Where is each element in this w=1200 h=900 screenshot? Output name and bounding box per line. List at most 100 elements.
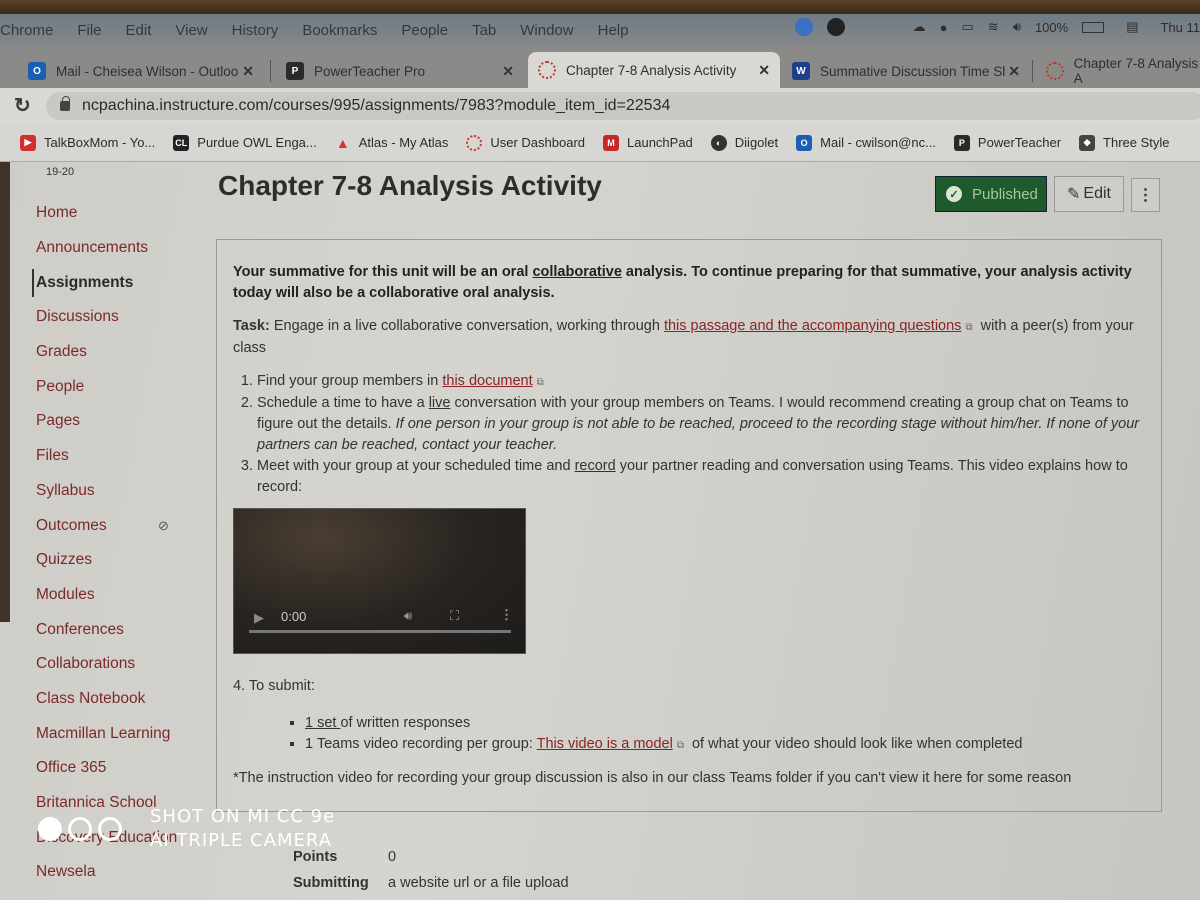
cloud-icon[interactable]: ☁	[913, 19, 926, 35]
macos-menubar: Chrome File Edit View History Bookmarks …	[0, 0, 1200, 48]
sync-icon[interactable]: ●	[940, 20, 948, 35]
menu-view[interactable]: View	[175, 22, 207, 39]
bookmark-mail-cwilson[interactable]: O Mail - cwilson@nc...	[796, 134, 936, 151]
nav-conferences[interactable]: Conferences	[36, 612, 216, 647]
bookmark-user-dashboard[interactable]: User Dashboard	[466, 134, 585, 151]
clock[interactable]: Thu 11	[1160, 20, 1200, 35]
edit-button[interactable]: ✎ Edit	[1054, 176, 1124, 212]
nav-people[interactable]: People	[36, 369, 216, 404]
published-button[interactable]: ✓ Published	[935, 176, 1047, 212]
camera-logo-dot	[38, 817, 62, 841]
tab-chapter-7-8-analysis-activity-2[interactable]: Chapter 7-8 Analysis A	[1036, 54, 1200, 88]
bookmark-talkboxmom[interactable]: ▶ TalkBoxMom - Yo...	[20, 134, 155, 151]
close-tab-icon[interactable]: ✕	[242, 63, 254, 80]
play-icon[interactable]: ▶	[254, 607, 264, 628]
nav-label: Grades	[36, 343, 87, 361]
canvas-icon	[1046, 62, 1064, 80]
nav-announcements[interactable]: Announcements	[36, 231, 216, 266]
flag-icon[interactable]: ▤	[1126, 19, 1138, 35]
task-label: Task:	[233, 318, 270, 334]
nav-pages[interactable]: Pages	[36, 404, 216, 439]
watermark-text: SHOT ON MI CC 9e AI TRIPLE CAMERA	[150, 805, 335, 853]
menu-people[interactable]: People	[401, 22, 448, 39]
video-controls: ▶ 0:00 🔊︎ ⛶ ⋮	[234, 593, 525, 653]
watermark-line: AI TRIPLE CAMERA	[150, 830, 333, 851]
close-tab-icon[interactable]: ✕	[758, 62, 770, 79]
video-time: 0:00	[281, 609, 307, 624]
model-video-link[interactable]: This video is a model	[537, 736, 673, 752]
bookmark-label: Atlas - My Atlas	[358, 135, 449, 150]
nav-office-365[interactable]: Office 365	[36, 751, 216, 786]
nav-discussions[interactable]: Discussions	[36, 300, 216, 335]
nav-outcomes[interactable]: Outcomes ⊘	[36, 508, 216, 543]
nav-label: Quizzes	[36, 551, 92, 569]
nav-collaborations[interactable]: Collaborations	[36, 647, 216, 682]
shield-status-icon[interactable]	[826, 18, 845, 36]
video-menu-icon[interactable]: ⋮	[500, 604, 513, 625]
reload-icon[interactable]: ↻	[14, 93, 31, 118]
passage-link[interactable]: this passage and the accompanying questi…	[664, 318, 961, 334]
volume-icon[interactable]: 🔊︎	[1013, 19, 1021, 35]
nav-newsela[interactable]: Newsela	[36, 855, 216, 890]
watermark-line: SHOT ON MI CC 9e	[150, 806, 336, 827]
tab-label: Chapter 7-8 Analysis Activity	[566, 62, 737, 78]
nav-macmillan-learning[interactable]: Macmillan Learning	[36, 716, 216, 751]
airplay-icon[interactable]: ▭	[962, 19, 974, 35]
published-label: Published	[972, 185, 1038, 203]
course-nav: 19-20 Home Announcements Assignments Dis…	[32, 162, 216, 890]
nav-modules[interactable]: Modules	[36, 578, 216, 613]
app-status-icon[interactable]	[794, 18, 813, 36]
shield-icon: ◆	[1079, 134, 1096, 151]
submitting-value: a website url or a file upload	[388, 875, 569, 891]
bookmark-label: Three Style	[1103, 135, 1170, 150]
tab-powerteacher-pro[interactable]: P PowerTeacher Pro ✕	[276, 54, 524, 88]
points-value: 0	[388, 849, 397, 865]
nav-home[interactable]: Home	[36, 196, 216, 231]
menu-file[interactable]: File	[77, 22, 101, 39]
pencil-icon: ✎	[1067, 186, 1081, 203]
bookmark-powerteacher[interactable]: P PowerTeacher	[953, 134, 1061, 151]
bookmark-atlas[interactable]: ▲ Atlas - My Atlas	[335, 135, 449, 151]
tab-outlook-mail[interactable]: O Mail - Cheisea Wilson - Outloo ✕	[18, 54, 264, 88]
nav-assignments[interactable]: Assignments	[32, 265, 216, 300]
menu-window[interactable]: Window	[520, 22, 573, 39]
bookmark-purdue-owl[interactable]: CL Purdue OWL Enga...	[173, 134, 317, 151]
nav-label: Pages	[36, 412, 80, 430]
nav-label: Discussions	[36, 308, 119, 326]
menu-tab[interactable]: Tab	[472, 22, 496, 39]
volume-icon[interactable]: 🔊︎	[404, 605, 412, 626]
tab-chapter-7-8-analysis-activity[interactable]: Chapter 7-8 Analysis Activity ✕	[528, 52, 780, 88]
close-tab-icon[interactable]: ✕	[1008, 63, 1020, 80]
address-bar[interactable]: ncpachina.instructure.com/courses/995/as…	[46, 92, 1200, 120]
menu-bookmarks[interactable]: Bookmarks	[302, 22, 377, 39]
wifi-icon[interactable]: ≋	[988, 19, 999, 35]
more-options-button[interactable]: ⋮	[1131, 178, 1160, 212]
bookmark-launchpad[interactable]: M LaunchPad	[603, 134, 693, 151]
bookmark-three-style[interactable]: ◆ Three Style	[1079, 134, 1170, 151]
submission-item: 1 set of written responses	[305, 713, 1145, 734]
task-paragraph: Task: Engage in a live collaborative con…	[233, 316, 1145, 359]
video-progress-bar[interactable]	[249, 630, 511, 633]
battery-icon[interactable]	[1082, 21, 1105, 33]
atlas-icon: ▲	[335, 134, 350, 151]
close-tab-icon[interactable]: ✕	[502, 63, 514, 80]
bookmark-diigolet[interactable]: ◐ Diigolet	[710, 134, 778, 151]
nav-syllabus[interactable]: Syllabus	[36, 474, 216, 509]
nav-label: Announcements	[36, 239, 149, 257]
video-player[interactable]: ▶ 0:00 🔊︎ ⛶ ⋮	[233, 508, 526, 654]
nav-grades[interactable]: Grades	[36, 335, 216, 370]
tab-summative-discussion[interactable]: W Summative Discussion Time Sl ✕	[782, 54, 1030, 88]
nav-quizzes[interactable]: Quizzes	[36, 543, 216, 578]
fullscreen-icon[interactable]: ⛶	[450, 605, 459, 626]
step-item: Schedule a time to have a live conversat…	[257, 393, 1145, 456]
group-document-link[interactable]: this document	[442, 373, 532, 389]
url-text[interactable]: ncpachina.instructure.com/courses/995/as…	[82, 97, 670, 115]
menu-history[interactable]: History	[232, 22, 279, 39]
menu-edit[interactable]: Edit	[126, 22, 152, 39]
lock-icon[interactable]	[60, 96, 70, 111]
nav-files[interactable]: Files	[36, 439, 216, 474]
menu-help[interactable]: Help	[598, 22, 629, 39]
menu-chrome[interactable]: Chrome	[0, 22, 53, 39]
battery-percent: 100%	[1034, 19, 1069, 35]
nav-class-notebook[interactable]: Class Notebook	[36, 682, 216, 717]
